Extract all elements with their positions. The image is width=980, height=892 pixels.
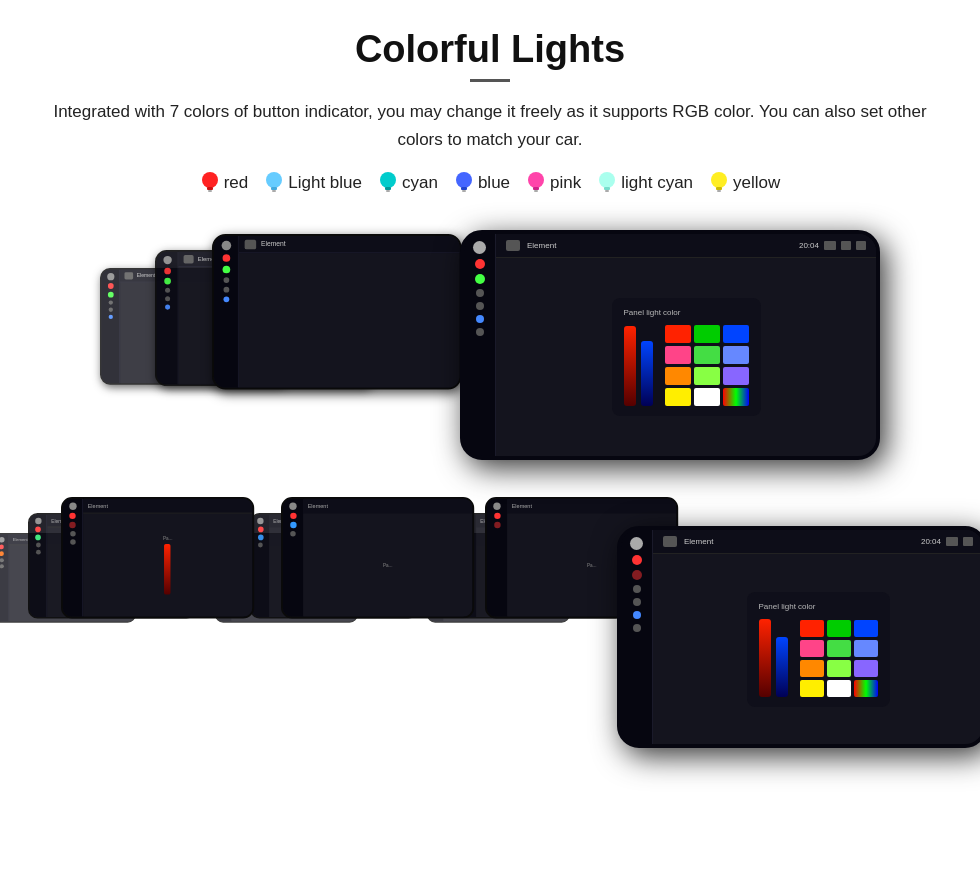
color-label-blue: blue: [478, 173, 510, 193]
color-label-yellow: yellow: [733, 173, 780, 193]
panel-light-label: Panel light color: [624, 308, 749, 317]
color-item-cyan: cyan: [378, 170, 438, 196]
svg-point-18: [711, 172, 727, 188]
svg-point-9: [456, 172, 472, 188]
svg-rect-10: [461, 187, 467, 190]
title-divider: [470, 79, 510, 82]
svg-rect-20: [717, 190, 721, 192]
top-stack-group: Element: [100, 230, 460, 460]
svg-rect-1: [207, 187, 213, 190]
svg-point-0: [202, 172, 218, 188]
bulb-icon-lightblue: [264, 170, 284, 196]
svg-rect-8: [386, 190, 390, 192]
bulb-icon-yellow: [709, 170, 729, 196]
main-device-top: Element 20:04 Panel light color: [460, 230, 880, 460]
color-item-lightblue: Light blue: [264, 170, 362, 196]
svg-point-12: [528, 172, 544, 188]
svg-rect-4: [271, 187, 277, 190]
main-device-bottom: Element 20:04 Panel light color: [617, 526, 980, 748]
svg-rect-14: [534, 190, 538, 192]
description: Integrated with 7 colors of button indic…: [50, 98, 930, 154]
svg-rect-7: [385, 187, 391, 190]
svg-rect-11: [462, 190, 466, 192]
svg-rect-17: [605, 190, 609, 192]
color-item-blue: blue: [454, 170, 510, 196]
color-item-lightcyan: light cyan: [597, 170, 693, 196]
svg-rect-19: [716, 187, 722, 190]
bulb-icon-cyan: [378, 170, 398, 196]
stack-device-3: Element: [212, 234, 462, 390]
color-item-red: red: [200, 170, 249, 196]
color-label-lightblue: Light blue: [288, 173, 362, 193]
bulb-icon-lightcyan: [597, 170, 617, 196]
topbar-label: Element: [527, 241, 556, 250]
color-label-cyan: cyan: [402, 173, 438, 193]
svg-point-3: [266, 172, 282, 188]
svg-rect-13: [533, 187, 539, 190]
color-label-lightcyan: light cyan: [621, 173, 693, 193]
color-label-red: red: [224, 173, 249, 193]
page-title: Colorful Lights: [0, 28, 980, 71]
svg-point-15: [599, 172, 615, 188]
color-indicator-row: red Light blue cyan blue: [0, 170, 980, 196]
top-device-row: Element: [0, 220, 980, 460]
svg-point-6: [380, 172, 396, 188]
svg-rect-2: [208, 190, 212, 192]
bulb-icon-red: [200, 170, 220, 196]
color-item-pink: pink: [526, 170, 581, 196]
color-label-pink: pink: [550, 173, 581, 193]
bottom-device-row: Element Pa...: [0, 478, 980, 748]
bulb-icon-pink: [526, 170, 546, 196]
color-item-yellow: yellow: [709, 170, 780, 196]
svg-rect-16: [604, 187, 610, 190]
bottom-stack-1: Element Pa...: [0, 493, 213, 748]
svg-rect-5: [272, 190, 276, 192]
bulb-icon-blue: [454, 170, 474, 196]
